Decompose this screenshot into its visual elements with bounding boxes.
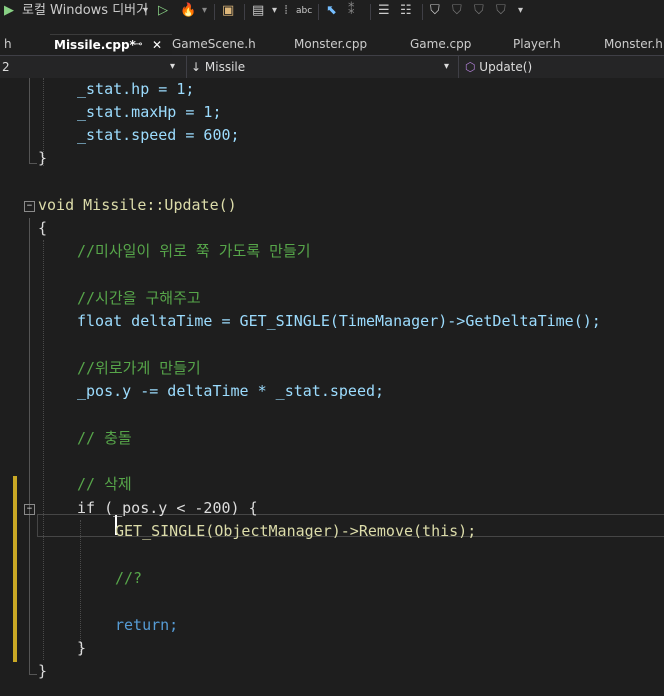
code-line-comment: // 충돌 <box>77 429 132 447</box>
code-line-close-brace: } <box>38 662 48 680</box>
indent-guide <box>80 520 81 656</box>
code-line-4: } <box>38 149 48 167</box>
fold-line <box>29 163 37 164</box>
code-line-comment: //? <box>115 569 143 587</box>
code-line-1: _stat.hp = 1; <box>77 80 195 98</box>
fold-line <box>29 674 37 675</box>
indent-guide <box>43 240 44 660</box>
code-line-function-signature: void Missile::Update() <box>38 196 237 214</box>
code-line-deltatime: float deltaTime = GET_SINGLE(TimeManager… <box>77 312 601 330</box>
code-line-pos-update: _pos.y -= deltaTime * _stat.speed; <box>77 382 385 400</box>
fold-collapse-icon[interactable]: − <box>24 504 35 515</box>
code-line-3: _stat.speed = 600; <box>77 126 240 144</box>
fold-collapse-icon[interactable]: − <box>24 201 35 212</box>
editor-content[interactable]: − − _stat.hp = 1; _stat.maxHp = 1; _stat… <box>0 0 664 696</box>
code-line-if: if (_pos.y < -200) { <box>77 499 258 517</box>
fold-line <box>29 218 30 674</box>
code-line-remove: GET_SINGLE(ObjectManager)->Remove(this); <box>115 522 477 540</box>
code-line-comment: //시간을 구해주고 <box>77 289 201 307</box>
code-line-comment: // 삭제 <box>77 475 132 493</box>
fold-line <box>29 78 30 163</box>
code-line-2: _stat.maxHp = 1; <box>77 103 222 121</box>
code-line-comment: //미사일이 위로 쭉 가도록 만들기 <box>77 242 311 260</box>
code-line-open-brace: { <box>38 219 48 237</box>
code-line-comment: //위로가게 만들기 <box>77 359 201 377</box>
change-indicator <box>13 476 17 662</box>
code-line-return: return; <box>115 616 179 634</box>
code-line-close-brace: } <box>77 639 87 657</box>
